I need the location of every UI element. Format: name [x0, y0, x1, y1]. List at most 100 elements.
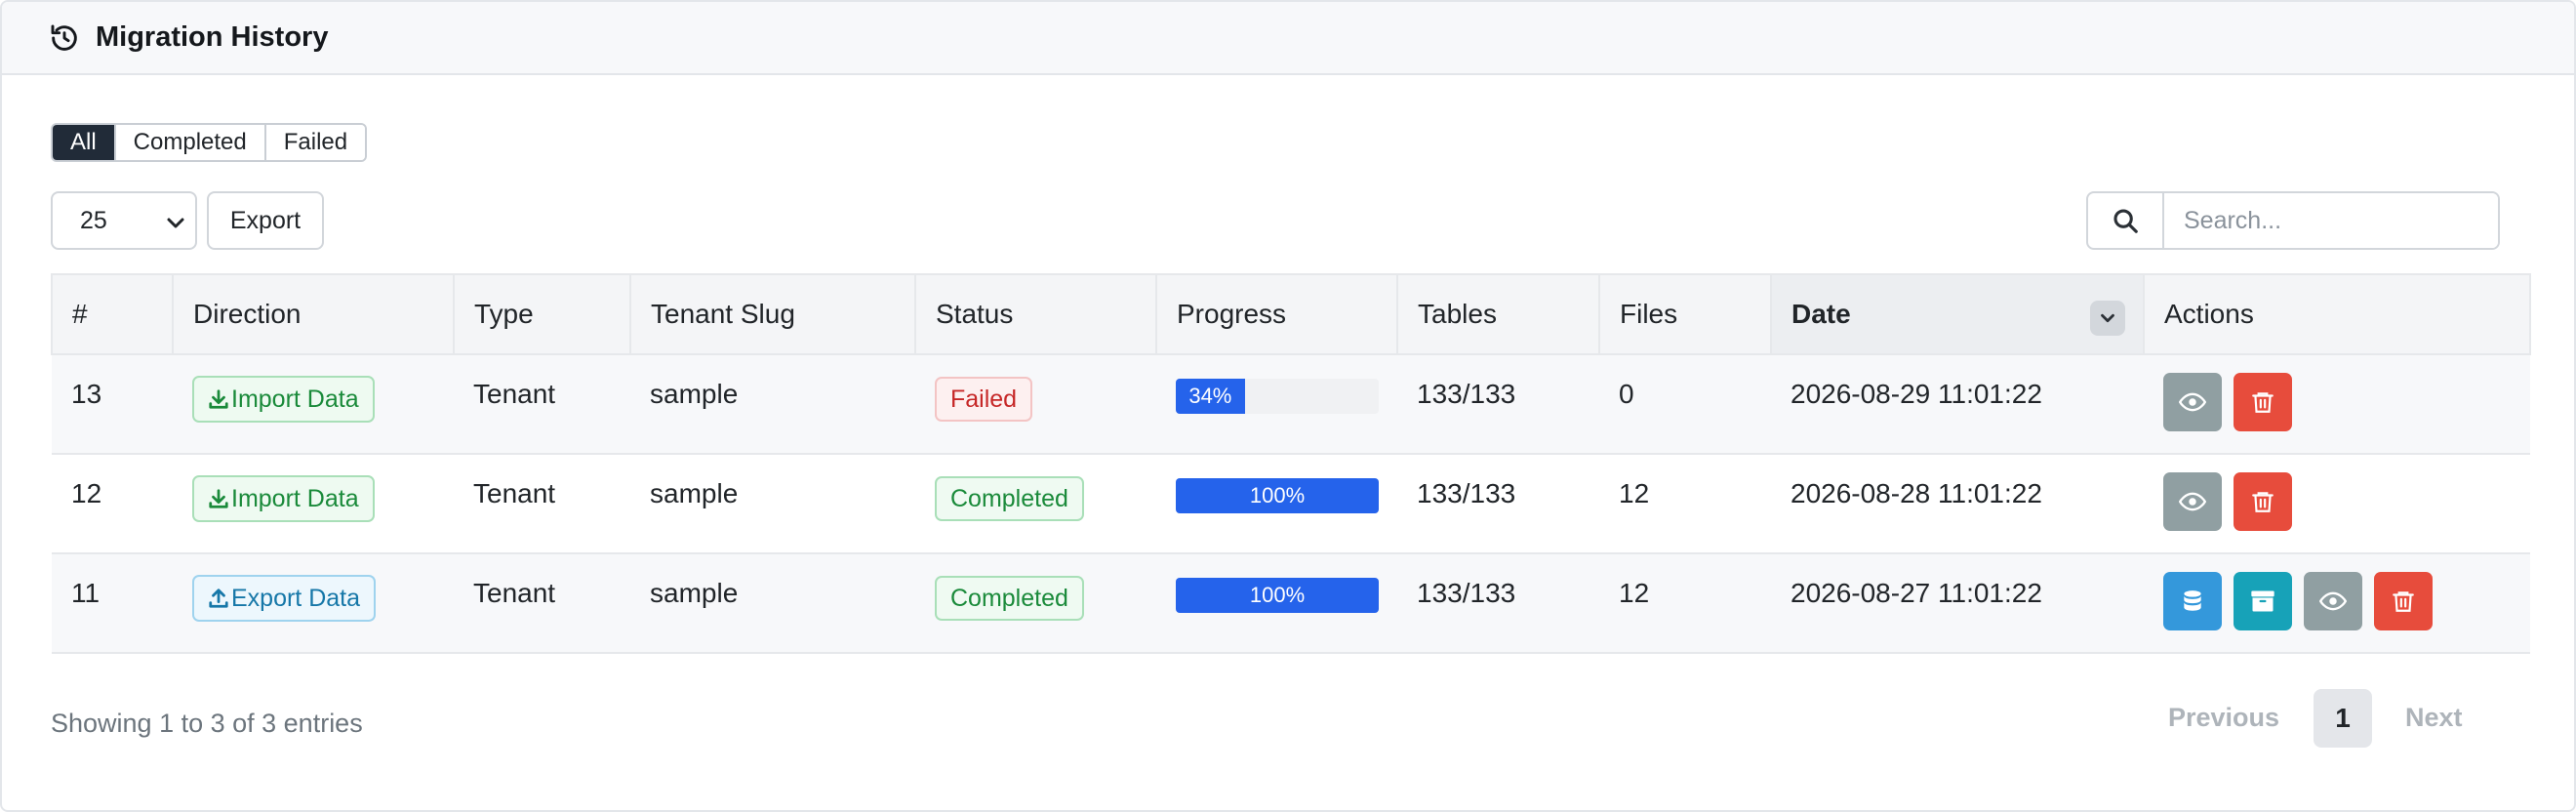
next-page-link[interactable]: Next	[2405, 703, 2463, 733]
cell-tables: 133/133	[1397, 553, 1599, 654]
progress-bar: 100%	[1176, 578, 1379, 613]
progress-bar: 34%	[1176, 379, 1379, 414]
cell-id: 11	[52, 553, 173, 654]
cell-tenant-slug: sample	[630, 553, 915, 654]
direction-badge: Import Data	[192, 475, 375, 522]
cell-direction: Import Data	[173, 354, 454, 455]
cell-status: Failed	[915, 354, 1156, 455]
archive-icon	[2251, 590, 2274, 612]
sort-desc-icon[interactable]	[2090, 301, 2125, 336]
search-icon	[2088, 193, 2164, 248]
cell-date: 2026-08-28 11:01:22	[1771, 454, 2144, 554]
previous-page-link[interactable]: Previous	[2168, 703, 2279, 733]
column-header-direction[interactable]: Direction	[172, 273, 455, 355]
direction-label: Import Data	[231, 484, 359, 512]
cell-date: 2026-08-29 11:01:22	[1771, 354, 2144, 455]
status-badge: Completed	[935, 576, 1084, 621]
cell-type: Tenant	[454, 553, 630, 654]
cell-files: 12	[1599, 454, 1771, 554]
upload-icon	[209, 589, 228, 608]
column-header-date-label: Date	[1791, 299, 1851, 329]
cell-tenant-slug: sample	[630, 454, 915, 554]
view-button[interactable]	[2304, 572, 2362, 630]
status-badge: Completed	[935, 476, 1084, 521]
direction-label: Import Data	[231, 385, 359, 413]
download-icon	[209, 489, 228, 508]
delete-button[interactable]	[2234, 472, 2292, 531]
progress-fill: 100%	[1176, 478, 1379, 513]
cell-tables: 133/133	[1397, 454, 1599, 554]
cell-progress: 100%	[1156, 454, 1397, 554]
eye-icon	[2179, 392, 2206, 412]
page-1-button[interactable]: 1	[2314, 689, 2372, 748]
column-header-actions: Actions	[2143, 273, 2531, 355]
direction-badge: Import Data	[192, 376, 375, 423]
view-button[interactable]	[2163, 373, 2222, 431]
cell-direction: Export Data	[173, 553, 454, 654]
cell-progress: 34%	[1156, 354, 1397, 455]
trash-icon	[2252, 492, 2274, 512]
status-badge: Failed	[935, 377, 1033, 422]
export-button[interactable]: Export	[207, 191, 324, 250]
delete-button[interactable]	[2374, 572, 2433, 630]
view-button[interactable]	[2163, 472, 2222, 531]
cell-files: 0	[1599, 354, 1771, 455]
cell-files: 12	[1599, 553, 1771, 654]
column-header-files[interactable]: Files	[1598, 273, 1772, 355]
column-header-status[interactable]: Status	[914, 273, 1157, 355]
cell-direction: Import Data	[173, 454, 454, 554]
cell-actions	[2144, 553, 2530, 654]
cell-status: Completed	[915, 553, 1156, 654]
column-header-tables[interactable]: Tables	[1396, 273, 1600, 355]
cell-actions	[2144, 454, 2530, 554]
table-row: 11 Export Data Tenant sample Completed 1…	[52, 553, 2530, 654]
cell-date: 2026-08-27 11:01:22	[1771, 553, 2144, 654]
progress-fill: 100%	[1176, 578, 1379, 613]
cell-progress: 100%	[1156, 553, 1397, 654]
card-header: Migration History	[2, 2, 2574, 75]
filter-all-button[interactable]: All	[53, 125, 116, 160]
cell-type: Tenant	[454, 454, 630, 554]
chevron-down-icon	[164, 211, 187, 234]
cell-type: Tenant	[454, 354, 630, 455]
column-header-tenant-slug[interactable]: Tenant Slug	[629, 273, 916, 355]
delete-button[interactable]	[2234, 373, 2292, 431]
cell-id: 13	[52, 354, 173, 455]
cell-id: 12	[52, 454, 173, 554]
eye-icon	[2319, 591, 2347, 611]
direction-label: Export Data	[231, 584, 361, 612]
cell-status: Completed	[915, 454, 1156, 554]
download-archive-button[interactable]	[2234, 572, 2292, 630]
eye-icon	[2179, 492, 2206, 511]
column-header-type[interactable]: Type	[453, 273, 631, 355]
table-row: 12 Import Data Tenant sample Completed 1…	[52, 454, 2530, 554]
progress-fill: 34%	[1176, 379, 1245, 414]
cell-tables: 133/133	[1397, 354, 1599, 455]
cell-tenant-slug: sample	[630, 354, 915, 455]
search-box	[2086, 191, 2500, 250]
column-header-progress[interactable]: Progress	[1155, 273, 1398, 355]
search-input[interactable]	[2164, 193, 2498, 248]
trash-icon	[2393, 591, 2414, 612]
migration-table: # Direction Type Tenant Slug Status Prog…	[51, 273, 2531, 654]
column-header-id[interactable]: #	[51, 273, 174, 355]
table-header-row: # Direction Type Tenant Slug Status Prog…	[51, 273, 2531, 355]
history-icon	[49, 22, 80, 54]
direction-badge: Export Data	[192, 575, 377, 622]
filter-failed-button[interactable]: Failed	[265, 125, 366, 160]
column-header-date[interactable]: Date	[1770, 273, 2145, 355]
table-info: Showing 1 to 3 of 3 entries	[51, 709, 363, 738]
cell-actions	[2144, 354, 2530, 455]
database-icon	[2184, 590, 2201, 611]
migration-history-card: Migration History All Completed Failed 2…	[0, 0, 2576, 812]
status-filter-group: All Completed Failed	[51, 123, 368, 162]
download-icon	[209, 389, 228, 409]
page-title: Migration History	[96, 21, 329, 53]
page-length-value: 25	[80, 206, 107, 234]
table-row: 13 Import Data Tenant sample Failed 34%	[52, 354, 2530, 455]
page-length-select[interactable]: 25	[51, 191, 197, 250]
filter-completed-button[interactable]: Completed	[115, 125, 266, 160]
progress-bar: 100%	[1176, 478, 1379, 513]
restore-database-button[interactable]	[2163, 572, 2222, 630]
trash-icon	[2252, 392, 2274, 413]
